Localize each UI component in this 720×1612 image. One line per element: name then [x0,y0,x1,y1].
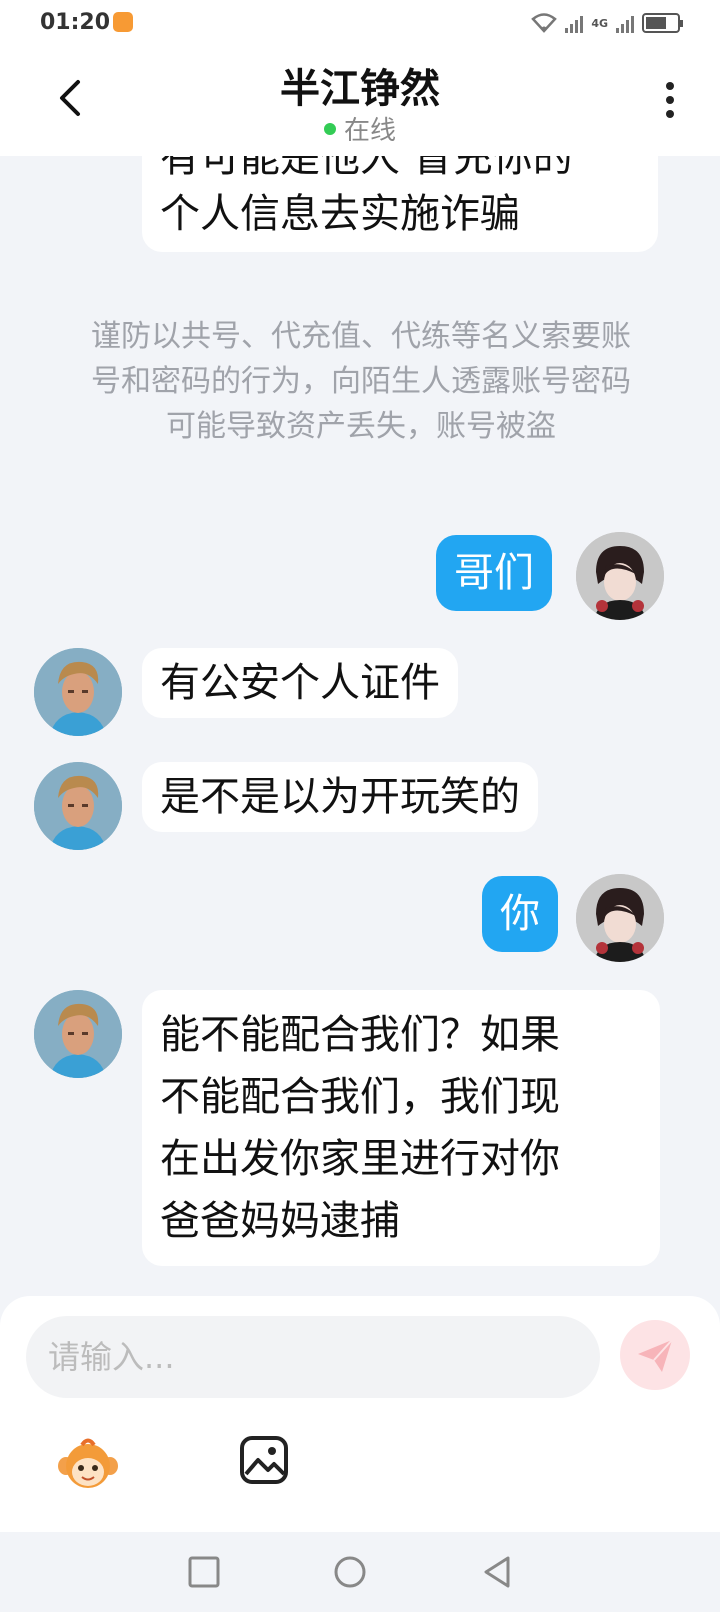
message-bubble-other: 是不是以为开玩笑的 [142,762,538,832]
network-type-label: 4G [591,16,608,30]
user-portrait-icon [576,874,664,962]
contact-avatar[interactable] [34,762,122,850]
contact-avatar[interactable] [34,648,122,736]
send-button[interactable] [620,1320,690,1390]
contact-portrait-icon [34,648,122,736]
input-panel [0,1296,720,1532]
message-bubble-other: 有可能是他人 冒充你的 个人信息去实施诈骗 [142,156,658,252]
monkey-emoji-icon [58,1438,118,1488]
chat-message-list[interactable]: 有可能是他人 冒充你的 个人信息去实施诈骗 谨防以共号、代充值、代练等名义索要账… [0,156,720,1296]
image-icon [240,1436,288,1484]
message-text-line: 个人信息去实施诈骗 [160,191,520,237]
my-avatar[interactable] [576,874,664,962]
message-text-line: 爸爸妈妈逮捕 [160,1198,400,1244]
online-status-label: 在线 [343,116,396,146]
contact-portrait-icon [34,990,122,1078]
emoji-button[interactable] [56,1436,120,1492]
contact-avatar[interactable] [34,990,122,1078]
message-bubble-me: 你 [482,876,558,952]
message-text-line: 在出发你家里进行对你 [160,1136,560,1182]
recent-apps-icon[interactable] [186,1554,222,1590]
user-portrait-icon [576,532,664,620]
message-bubble-other: 能不能配合我们？如果 不能配合我们，我们现 在出发你家里进行对你 爸爸妈妈逮捕 [142,990,660,1266]
message-text-line: 不能配合我们，我们现 [160,1074,560,1120]
message-input[interactable] [26,1316,600,1398]
message-bubble-other: 有公安个人证件 [142,648,458,718]
app-notification-icon [113,12,133,32]
wifi-icon [531,13,558,33]
security-notice: 谨防以共号、代充值、代练等名义索要账号和密码的行为，向陌生人透露账号密码可能导致… [91,319,631,444]
online-dot-icon [323,122,336,135]
message-bubble-me: 哥们 [436,535,552,611]
message-text-line: 有可能是他人 冒充你的 [160,156,573,181]
image-picker-button[interactable] [238,1434,290,1486]
online-status: 在线 [0,110,720,147]
more-options-button[interactable] [660,78,680,122]
page-title: 半江铮然 [280,66,440,112]
signal-1-icon [565,13,584,33]
system-nav-bar [0,1532,720,1612]
battery-icon [642,13,683,33]
status-time: 01:20 [40,10,111,35]
signal-2-icon [616,13,634,33]
contact-portrait-icon [34,762,122,850]
status-icons: 4G [531,12,683,34]
send-icon [638,1339,673,1372]
my-avatar[interactable] [576,532,664,620]
back-nav-icon[interactable] [480,1554,516,1590]
chat-header: 半江铮然 在线 [0,48,720,156]
home-icon[interactable] [332,1554,368,1590]
status-bar: 01:20 4G [0,0,720,48]
message-text-line: 能不能配合我们？如果 [160,1012,560,1058]
